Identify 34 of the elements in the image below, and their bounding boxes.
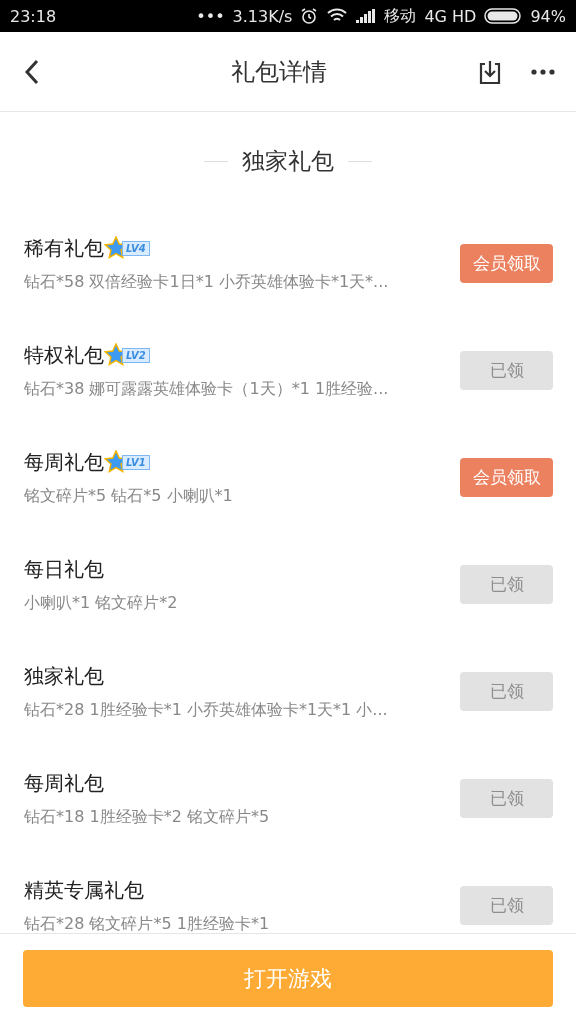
gift-contents: 钻石*28 铭文碎片*5 1胜经验卡*1: [24, 913, 271, 933]
gift-name: 每周礼包: [24, 448, 104, 476]
signal-icon: [356, 9, 377, 23]
network-type: 4G HD: [424, 6, 477, 26]
gift-name: 每周礼包: [24, 769, 104, 797]
claim-button[interactable]: 会员领取: [460, 244, 553, 283]
gift-contents: 铭文碎片*5 钻石*5 小喇叭*1: [24, 485, 234, 507]
battery-percent: 94%: [530, 6, 566, 26]
gift-contents: 钻石*58 双倍经验卡1日*1 小乔英雄体验卡*1天*...: [24, 271, 390, 293]
gift-contents: 小喇叭*1 铭文碎片*2: [24, 592, 179, 614]
gift-name: 每日礼包: [24, 555, 104, 583]
gift-contents: 钻石*28 1胜经验卡*1 小乔英雄体验卡*1天*1 小...: [24, 699, 389, 721]
clock: 23:18: [10, 6, 57, 26]
gift-name: 精英专属礼包: [24, 876, 144, 904]
gift-contents: 钻石*18 1胜经验卡*2 铭文碎片*5: [24, 806, 271, 828]
section-title: 独家礼包: [242, 146, 334, 176]
level-badge: LV2: [122, 347, 150, 363]
carrier-name: 移动: [384, 5, 417, 27]
more-button[interactable]: [530, 67, 556, 76]
open-game-button[interactable]: 打开游戏: [23, 950, 553, 1007]
level-badge: LV4: [122, 240, 150, 256]
claim-button[interactable]: 会员领取: [460, 458, 553, 497]
gift-name: 独家礼包: [24, 662, 104, 690]
more-indicator: •••: [196, 6, 225, 26]
gift-name: 稀有礼包: [24, 234, 104, 262]
download-button[interactable]: [478, 58, 502, 85]
gift-contents: 钻石*38 娜可露露英雄体验卡（1天）*1 1胜经验...: [24, 378, 390, 400]
battery-icon: [484, 8, 523, 24]
gift-name: 特权礼包: [24, 341, 104, 369]
level-badge: LV1: [122, 454, 150, 470]
page-title: 礼包详情: [230, 56, 328, 88]
back-button[interactable]: [24, 58, 40, 85]
network-speed: 3.13K/s: [232, 6, 293, 26]
alarm-icon: [300, 7, 319, 25]
